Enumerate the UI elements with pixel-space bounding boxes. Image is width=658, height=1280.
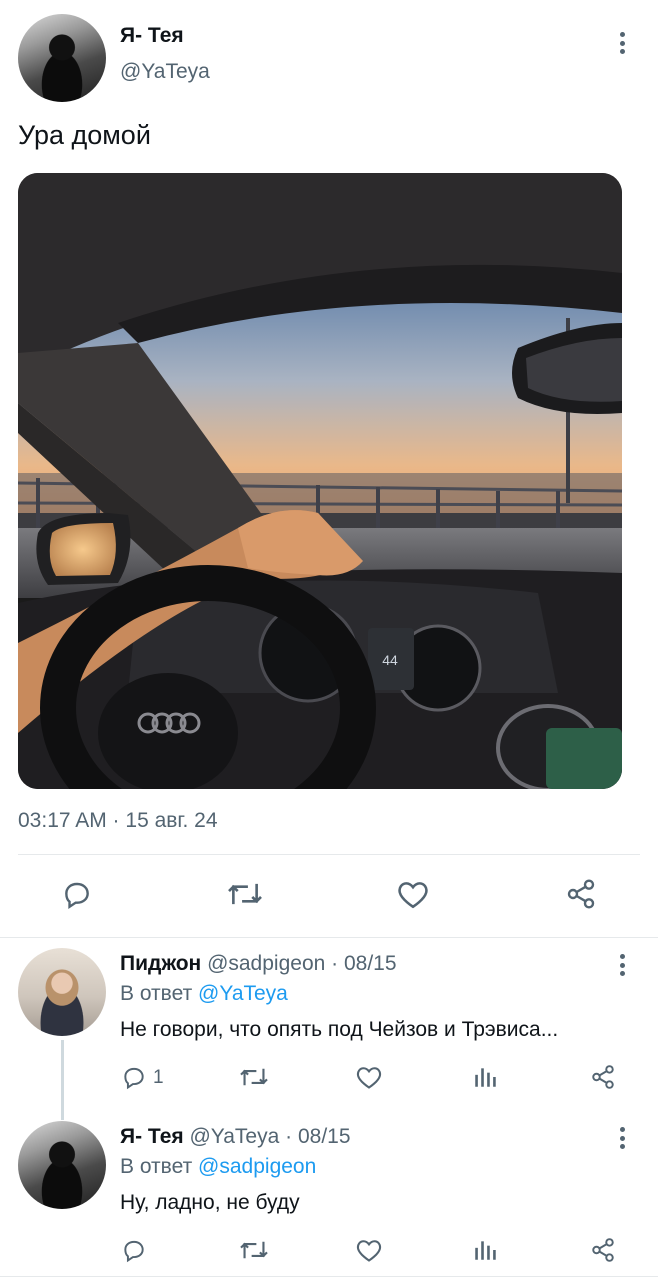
reply-author-avatar[interactable]: [18, 948, 106, 1036]
reply-author-name[interactable]: Я- Тея: [120, 1125, 184, 1148]
reply-count: 1: [153, 1067, 164, 1088]
reply-author-avatar[interactable]: [18, 1121, 106, 1209]
reply-icon[interactable]: [120, 1237, 148, 1263]
reply-icon[interactable]: [60, 878, 94, 910]
reply-date: · 08/15: [285, 1125, 351, 1148]
reply-to-prefix: В ответ: [120, 982, 193, 1005]
reply-author-name[interactable]: Пиджон: [120, 952, 201, 975]
reply-to-handle[interactable]: @sadpigeon: [198, 1155, 316, 1178]
svg-text:44: 44: [382, 652, 398, 668]
author-avatar[interactable]: [18, 14, 106, 102]
reply-author-handle[interactable]: @YaTeya: [189, 1125, 279, 1148]
retweet-icon[interactable]: [226, 878, 264, 910]
thread-line: [61, 1040, 64, 1120]
tweet-text: Ура домой: [18, 120, 151, 150]
share-icon[interactable]: [565, 878, 597, 910]
divider: [18, 854, 640, 855]
like-icon[interactable]: [355, 1064, 383, 1090]
tweet-photo[interactable]: 44: [18, 173, 622, 789]
more-icon[interactable]: [610, 1123, 634, 1153]
views-icon[interactable]: [472, 1064, 498, 1090]
reply-header: Я- Тея @YaTeya · 08/15: [120, 1125, 351, 1149]
author-name[interactable]: Я- Тея: [120, 24, 184, 48]
reply-text: Ну, ладно, не буду: [120, 1191, 300, 1214]
reply-date: · 08/15: [331, 952, 397, 975]
car-interior-image: 44: [18, 173, 622, 789]
retweet-icon[interactable]: [238, 1237, 270, 1263]
divider: [0, 937, 658, 938]
tweet-timestamp[interactable]: 03:17 AM · 15 авг. 24: [18, 809, 218, 833]
more-icon[interactable]: [610, 950, 634, 980]
more-icon[interactable]: [610, 28, 634, 58]
reply-icon[interactable]: [120, 1064, 148, 1090]
share-icon[interactable]: [590, 1237, 616, 1263]
retweet-icon[interactable]: [238, 1064, 270, 1090]
reply-author-handle[interactable]: @sadpigeon: [207, 952, 325, 975]
reply-text: Не говори, что опять под Чейзов и Трэвис…: [120, 1018, 559, 1041]
like-icon[interactable]: [396, 878, 430, 910]
reply-to-prefix: В ответ: [120, 1155, 193, 1178]
author-handle[interactable]: @YaTeya: [120, 60, 210, 84]
divider: [0, 1276, 658, 1277]
like-icon[interactable]: [355, 1237, 383, 1263]
reply-header: Пиджон @sadpigeon · 08/15: [120, 952, 397, 976]
reply-to-line: В ответ @YaTeya: [120, 982, 288, 1006]
views-icon[interactable]: [472, 1237, 498, 1263]
reply-to-line: В ответ @sadpigeon: [120, 1155, 316, 1179]
reply-to-handle[interactable]: @YaTeya: [198, 982, 288, 1005]
share-icon[interactable]: [590, 1064, 616, 1090]
